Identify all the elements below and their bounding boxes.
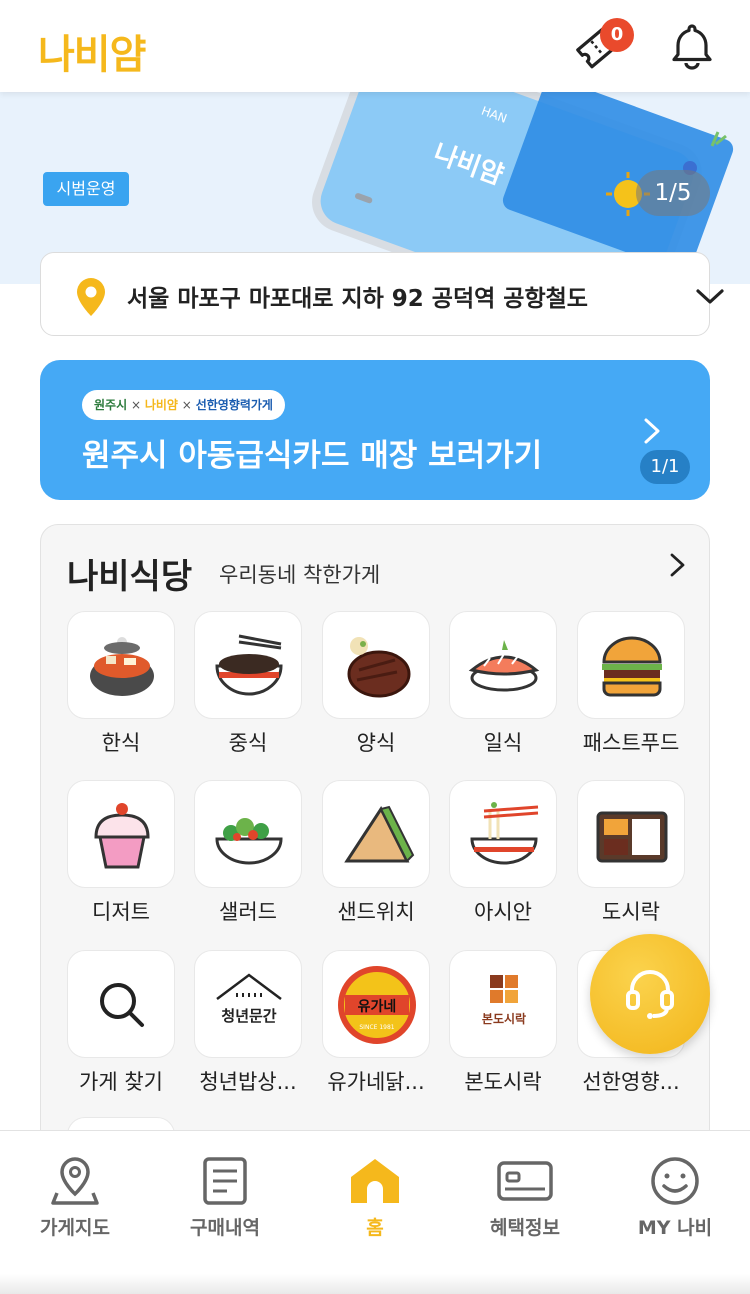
nav-my-nabi[interactable]: MY 나비 xyxy=(600,1155,750,1245)
partner-chip: 원주시 × 나비얌 × 선한영향력가게 xyxy=(82,390,285,420)
nabi-restaurant-section: 나비식당 우리동네 착한가게 한식 중식 양식 일식 패스트푸드 디저트 샐러드… xyxy=(40,524,710,1164)
chip-brand: 나비얌 xyxy=(144,398,178,412)
receipt-icon xyxy=(203,1157,247,1205)
svg-text:SINCE 1981: SINCE 1981 xyxy=(359,1024,394,1031)
chevron-right-icon[interactable] xyxy=(667,551,689,579)
category-label: 중식 xyxy=(228,731,268,755)
category-japanese[interactable]: 일식 xyxy=(443,611,563,761)
card-icon xyxy=(497,1161,553,1201)
sandwich-icon xyxy=(344,805,415,863)
asian-noodle-icon xyxy=(470,802,539,865)
category-lunchbox[interactable]: 도시락 xyxy=(571,780,691,930)
home-icon xyxy=(351,1159,399,1203)
location-selector[interactable]: 서울 마포구 마포대로 지하 92 공덕역 공항철도 xyxy=(40,252,724,336)
nav-benefits[interactable]: 혜택정보 xyxy=(450,1155,600,1245)
coupon-count-badge: 0 xyxy=(600,18,634,52)
sushi-icon xyxy=(468,640,540,692)
korean-stew-icon xyxy=(90,637,154,696)
category-label: 아시안 xyxy=(474,900,532,924)
category-label: 양식 xyxy=(356,731,396,755)
cupcake-icon xyxy=(94,803,150,869)
category-salad[interactable]: 샐러드 xyxy=(188,780,308,930)
beta-badge: 시범운영 xyxy=(43,172,129,206)
customer-support-button[interactable] xyxy=(590,934,710,1054)
current-address: 서울 마포구 마포대로 지하 92 공덕역 공항철도 xyxy=(127,286,588,312)
category-label: 샌드위치 xyxy=(337,900,415,924)
home-indicator xyxy=(0,1274,750,1294)
location-pin-icon xyxy=(77,278,105,316)
chip-city: 원주시 xyxy=(94,398,128,412)
promo-title: 원주시 아동급식카드 매장 보러가기 xyxy=(82,438,543,474)
promo-page-counter: 1/1 xyxy=(640,450,690,484)
nav-store-map[interactable]: 가게지도 xyxy=(0,1155,150,1245)
category-label: 유가네닭... xyxy=(327,1070,425,1094)
noodle-bowl-icon xyxy=(215,634,283,696)
bell-icon[interactable] xyxy=(666,20,718,72)
nav-label: 가게지도 xyxy=(40,1217,110,1239)
category-youth-brand[interactable]: 청년문간 청년밥상... xyxy=(188,950,308,1100)
chevron-down-icon[interactable] xyxy=(695,281,725,311)
promo-banner[interactable]: 원주시 × 나비얌 × 선한영향력가게 원주시 아동급식카드 매장 보러가기 xyxy=(40,360,710,500)
nav-label: 혜택정보 xyxy=(490,1217,560,1239)
map-pin-icon xyxy=(51,1157,99,1205)
bottom-navigation: 가게지도 구매내역 홈 혜택정보 MY 나비 xyxy=(0,1130,750,1294)
nav-label: 홈 xyxy=(366,1217,384,1239)
chip-separator-2: × xyxy=(181,398,192,412)
category-label: 청년밥상... xyxy=(199,1070,297,1094)
category-chinese[interactable]: 중식 xyxy=(188,611,308,761)
headset-icon xyxy=(626,970,674,1019)
category-find-store[interactable]: 가게 찾기 xyxy=(61,950,181,1100)
burger-icon xyxy=(602,636,662,697)
svg-text:본도시락: 본도시락 xyxy=(482,1012,526,1026)
chip-partner: 선한영향력가게 xyxy=(195,398,273,412)
section-subtitle: 우리동네 착한가게 xyxy=(219,563,381,587)
section-title: 나비식당 xyxy=(67,557,193,597)
steak-icon xyxy=(347,637,411,698)
category-sandwich[interactable]: 샌드위치 xyxy=(316,780,436,930)
chip-separator: × xyxy=(130,398,142,412)
category-yoogane[interactable]: 유가네 SINCE 1981 유가네닭... xyxy=(316,950,436,1100)
nav-label: MY 나비 xyxy=(637,1217,713,1239)
chevron-right-icon xyxy=(644,418,660,444)
category-label: 가게 찾기 xyxy=(79,1070,163,1094)
category-dessert[interactable]: 디저트 xyxy=(61,780,181,930)
app-logo: 나비얌 xyxy=(38,32,146,78)
nav-purchase-history[interactable]: 구매내역 xyxy=(150,1155,300,1245)
category-label: 일식 xyxy=(483,731,523,755)
nav-label: 구매내역 xyxy=(190,1217,260,1239)
category-label: 한식 xyxy=(101,731,141,755)
yoogane-logo: 유가네 SINCE 1981 xyxy=(338,966,416,1044)
category-bondosirak[interactable]: 본도시락 본도시락 xyxy=(443,950,563,1100)
salad-icon xyxy=(215,818,283,865)
hero-page-counter: 1/5 xyxy=(636,170,710,216)
category-fastfood[interactable]: 패스트푸드 xyxy=(571,611,691,761)
svg-text:청년문간: 청년문간 xyxy=(221,1007,276,1025)
smile-icon xyxy=(651,1157,699,1205)
category-label: 디저트 xyxy=(92,900,150,924)
category-label: 본도시락 xyxy=(464,1070,542,1094)
category-korean[interactable]: 한식 xyxy=(61,611,181,761)
search-icon xyxy=(100,983,144,1027)
app-header: 나비얌 0 xyxy=(0,0,750,92)
category-label: 샐러드 xyxy=(219,900,277,924)
category-label: 선한영향... xyxy=(582,1070,680,1094)
youth-brand-logo: 청년문간 xyxy=(216,973,282,1025)
category-label: 패스트푸드 xyxy=(582,731,680,755)
category-western[interactable]: 양식 xyxy=(316,611,436,761)
svg-text:유가네: 유가네 xyxy=(358,999,397,1015)
nav-home[interactable]: 홈 xyxy=(300,1155,450,1245)
lunchbox-icon xyxy=(596,811,668,863)
category-label: 도시락 xyxy=(602,900,660,924)
bondosirak-logo: 본도시락 xyxy=(482,975,526,1026)
category-asian[interactable]: 아시안 xyxy=(443,780,563,930)
